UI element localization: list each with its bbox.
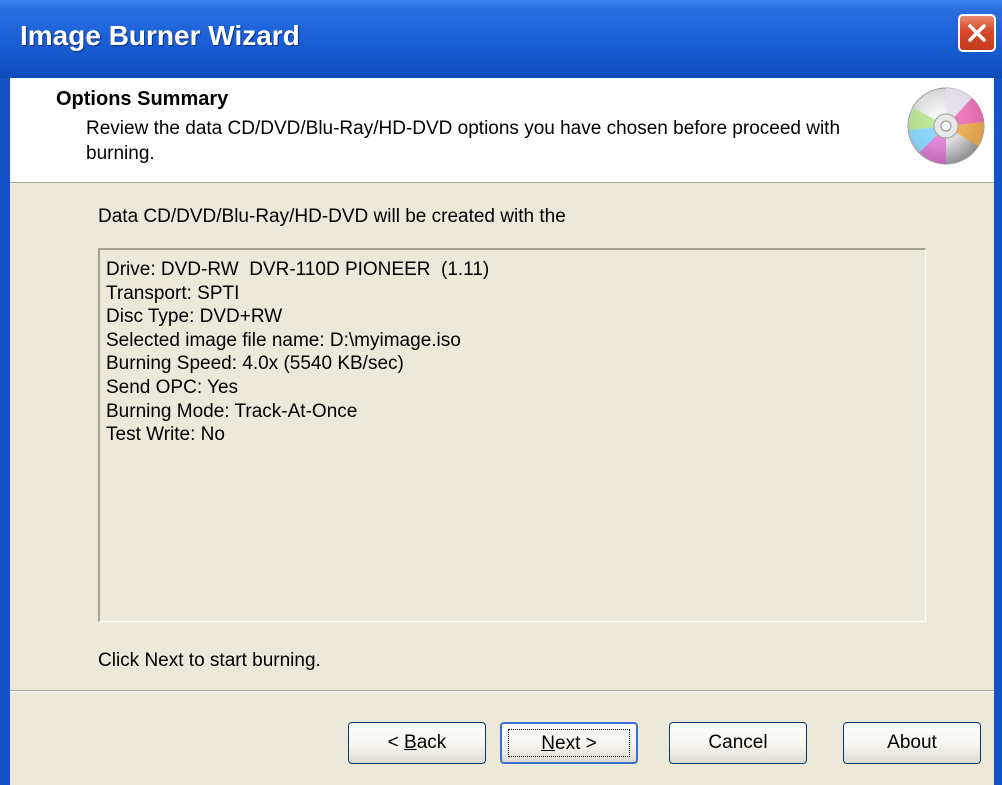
title-bar[interactable]: Image Burner Wizard [0, 0, 1002, 78]
page-subtitle: Review the data CD/DVD/Blu-Ray/HD-DVD op… [86, 118, 841, 164]
options-summary-box[interactable]: Drive: DVD-RW DVR-110D PIONEER (1.11) Tr… [98, 248, 926, 622]
window-frame-right [994, 78, 1002, 785]
summary-line-disc-type: Disc Type: DVD+RW [106, 306, 283, 328]
window-title: Image Burner Wizard [20, 20, 300, 51]
back-button[interactable]: < Back [348, 722, 486, 764]
summary-line-test-write: Test Write: No [106, 424, 225, 446]
summary-line-burning-speed: Burning Speed: 4.0x (5540 KB/sec) [106, 353, 404, 375]
focus-rectangle [508, 729, 630, 757]
cd-disc-icon [907, 87, 985, 165]
summary-line-burning-mode: Burning Mode: Track-At-Once [106, 400, 358, 422]
window-frame-left [0, 78, 10, 785]
cancel-button[interactable]: Cancel [669, 722, 807, 764]
wizard-window: Image Burner Wizard Options Summary Revi… [0, 0, 1002, 785]
intro-text: Data CD/DVD/Blu-Ray/HD-DVD will be creat… [98, 206, 566, 227]
page-title: Options Summary [56, 88, 229, 110]
back-mnemonic: B [404, 732, 417, 753]
back-label-rest: ack [416, 732, 447, 753]
summary-line-image-file: Selected image file name: D:\myimage.iso [106, 329, 461, 351]
summary-line-send-opc: Send OPC: Yes [106, 376, 239, 398]
next-button[interactable]: Next > [500, 722, 638, 764]
close-icon [968, 24, 986, 42]
summary-line-drive: Drive: DVD-RW DVR-110D PIONEER (1.11) [106, 259, 490, 280]
about-button[interactable]: About [843, 722, 981, 764]
wizard-header: Options Summary Review the data CD/DVD/B… [10, 78, 994, 183]
instruction-text: Click Next to start burning. [98, 650, 321, 671]
close-button[interactable] [958, 14, 996, 52]
summary-line-transport: Transport: SPTI [106, 282, 240, 304]
back-prefix: < [387, 732, 405, 753]
button-separator-highlight [10, 691, 994, 692]
